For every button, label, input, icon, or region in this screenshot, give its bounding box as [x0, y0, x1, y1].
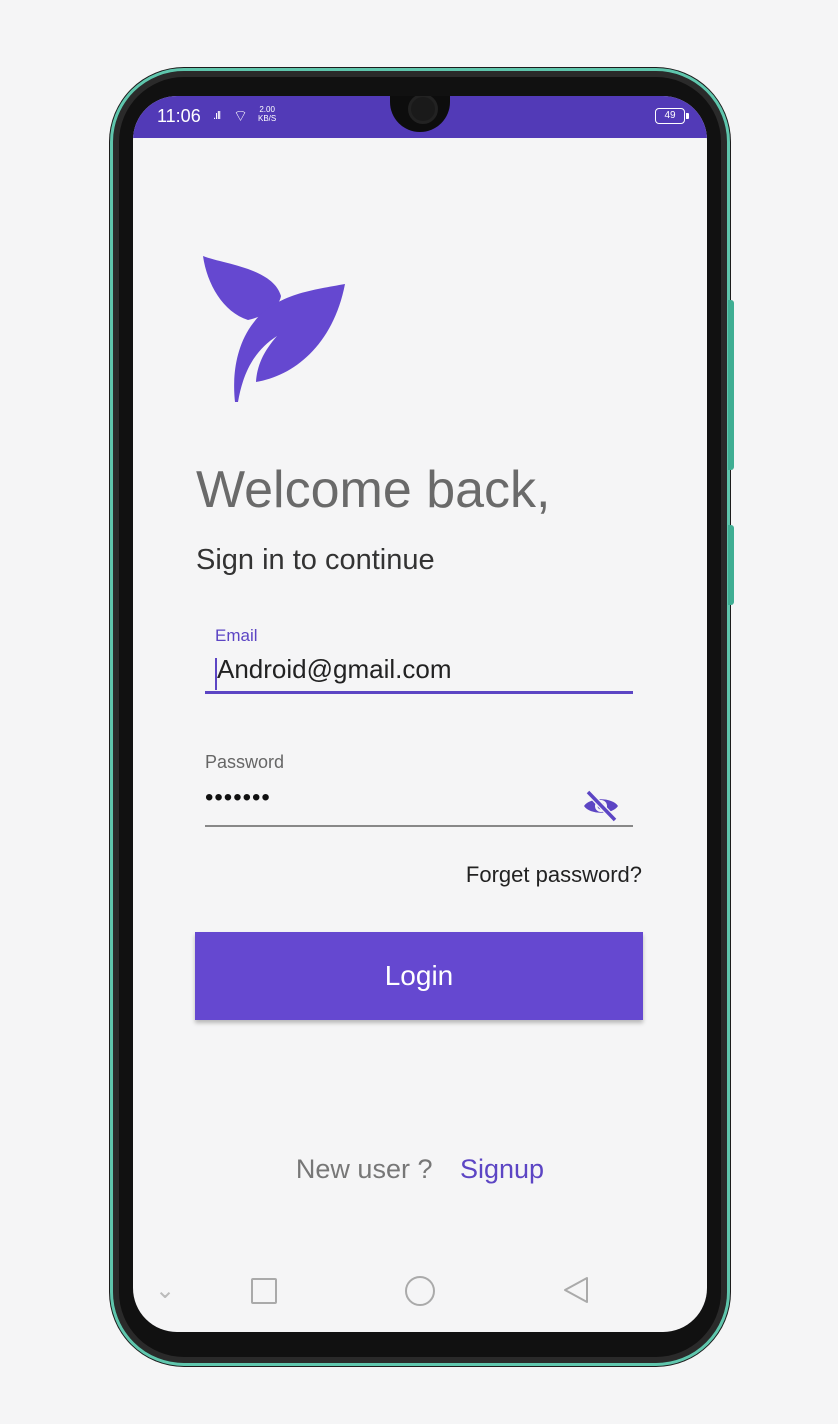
- visibility-off-icon[interactable]: [581, 786, 621, 826]
- password-field-underline: [205, 825, 633, 827]
- new-user-text: New user ?: [295, 1154, 433, 1184]
- welcome-heading: Welcome back,: [196, 461, 551, 519]
- status-time: 11:06: [157, 106, 201, 126]
- network-speed-value: 2.00: [259, 105, 275, 114]
- signin-subtitle: Sign in to continue: [196, 544, 435, 576]
- login-button[interactable]: Login: [195, 932, 643, 1020]
- battery-icon: 49: [655, 108, 689, 124]
- signup-row: New user ? Signup: [133, 1154, 707, 1185]
- leaf-logo-icon: [203, 256, 345, 402]
- network-speed-unit: KB/S: [258, 114, 277, 123]
- signal-icon: .ıll: [213, 110, 221, 122]
- recent-apps-button[interactable]: [251, 1278, 277, 1304]
- signup-link[interactable]: Signup: [460, 1154, 544, 1184]
- forget-password-link[interactable]: Forget password?: [466, 862, 642, 888]
- back-button[interactable]: [563, 1276, 589, 1304]
- network-speed: 2.00 KB/S: [258, 105, 276, 123]
- app-screen: 11:06 .ıll ⌔ 2.00 KB/S 49 Welcome back, …: [133, 96, 707, 1332]
- volume-button: [728, 300, 734, 470]
- power-button: [728, 525, 734, 605]
- navigation-bar: ⌄: [133, 1266, 707, 1322]
- home-button[interactable]: [405, 1276, 435, 1306]
- password-field[interactable]: •••••••: [205, 784, 271, 812]
- email-field[interactable]: Android@gmail.com: [217, 654, 451, 685]
- chevron-down-icon[interactable]: ⌄: [155, 1276, 175, 1305]
- email-field-label: Email: [215, 626, 258, 645]
- email-field-underline: [205, 691, 633, 694]
- wifi-icon: ⌔: [233, 108, 249, 125]
- password-field-label: Password: [205, 752, 285, 772]
